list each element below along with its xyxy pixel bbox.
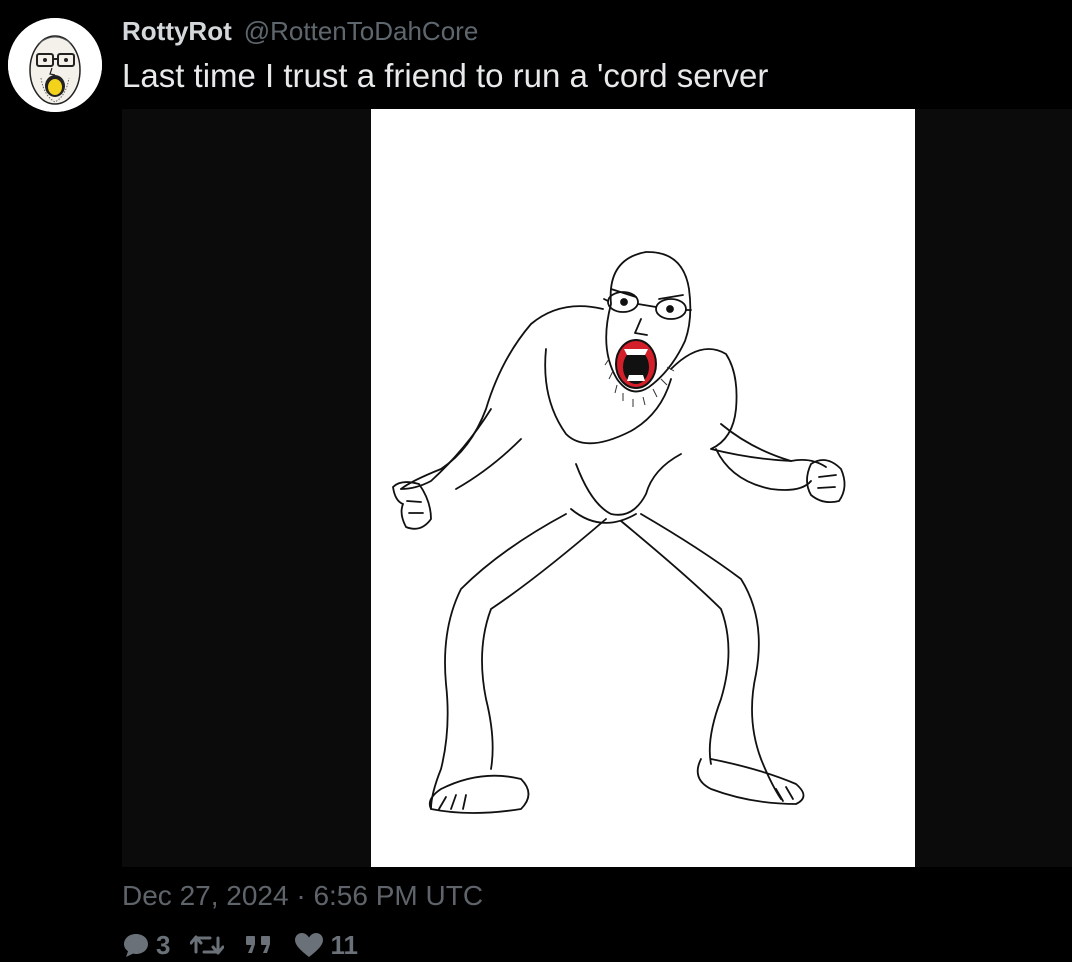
quote-button[interactable] <box>244 933 274 957</box>
like-count: 11 <box>330 929 358 960</box>
avatar[interactable] <box>8 18 102 112</box>
comment-icon <box>124 934 148 957</box>
tweet-card: RottyRot @RottenToDahCore Last time I tr… <box>0 0 1072 962</box>
reply-count: 3 <box>156 929 171 960</box>
tweet-text: Last time I trust a friend to run a 'cor… <box>122 57 769 94</box>
retweet-button[interactable] <box>190 932 225 958</box>
tweet-timestamp[interactable]: Dec 27, 2024 · 6:56 PM UTC <box>122 880 483 912</box>
wojak-avatar-icon <box>8 18 102 112</box>
like-button[interactable]: 11 <box>294 930 358 961</box>
reply-button[interactable]: 3 <box>122 930 170 961</box>
tweet-media[interactable] <box>122 109 1072 867</box>
media-image[interactable] <box>371 109 915 867</box>
retweet-icon <box>190 935 225 955</box>
display-name[interactable]: RottyRot <box>122 16 232 47</box>
quote-icon <box>246 936 271 953</box>
user-handle[interactable]: @RottenToDahCore <box>244 16 479 47</box>
heart-icon <box>295 933 324 957</box>
angry-wojak-drawing-icon <box>371 109 915 867</box>
tweet-header: RottyRot @RottenToDahCore <box>122 14 478 48</box>
tweet-actions: 3 11 <box>122 928 378 962</box>
